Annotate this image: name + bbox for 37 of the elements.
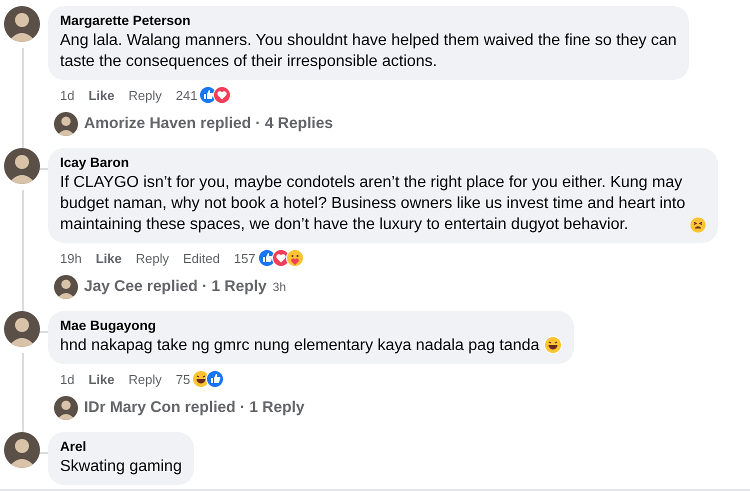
reaction-count[interactable]: 241 xyxy=(176,88,198,102)
replies-link[interactable]: Jay Cee replied · 1 Reply xyxy=(84,278,267,296)
avatar[interactable] xyxy=(54,275,78,299)
edited-label: Edited xyxy=(182,250,220,266)
like-link[interactable]: Like xyxy=(88,88,114,102)
comment-text: Ang lala. Walang manners. You shouldnt have helped them waived the fine so they can taste the consequences of their irresponsible actions. xyxy=(60,31,677,72)
comment-text: If CLAYGO isn’t for you, maybe condotels aren’t the right place for you either. Kung may budget naman, why not book a hotel? Business owners like us invest time and heart into maintaining these spaces, we don’t have the luxury to entertain dugyot behavior. xyxy=(60,173,686,235)
author-name: Mae Bugayong xyxy=(60,318,158,333)
reply-link[interactable]: Reply xyxy=(128,88,162,102)
emoji-icon xyxy=(690,217,706,233)
care-reaction-icon xyxy=(286,249,304,267)
love-reaction-icon xyxy=(213,86,232,104)
like-link[interactable]: Like xyxy=(96,250,122,266)
timestamp[interactable]: 19h xyxy=(60,250,82,266)
emoji-icon xyxy=(544,336,562,354)
timestamp[interactable]: 1d xyxy=(60,372,74,386)
author-name: Arel xyxy=(60,439,88,454)
avatar[interactable] xyxy=(4,311,40,347)
replies-link[interactable]: IDr Mary Con replied · 1 Reply xyxy=(84,399,304,417)
like-link[interactable]: Like xyxy=(88,372,114,386)
avatar[interactable] xyxy=(54,396,78,420)
author-name: Icay Baron xyxy=(60,155,130,170)
author-name: Margarette Peterson xyxy=(60,13,192,28)
avatar[interactable] xyxy=(54,112,78,136)
avatar[interactable] xyxy=(4,6,40,42)
replies-link[interactable]: Amorize Haven replied · 4 Replies xyxy=(84,115,333,133)
reaction-count[interactable]: 157 xyxy=(234,250,256,266)
avatar[interactable] xyxy=(4,148,40,184)
reply-link[interactable]: Reply xyxy=(128,372,162,386)
reaction-count[interactable]: 75 xyxy=(176,372,190,386)
timestamp[interactable]: 1d xyxy=(60,88,74,102)
comment-text: hnd nakapag take ng gmrc nung elementary kaya nadala pag tanda xyxy=(60,336,540,356)
reply-link[interactable]: Reply xyxy=(136,250,169,266)
avatar[interactable] xyxy=(4,432,40,468)
like-reaction-icon xyxy=(206,370,224,388)
comment-text: Skwating gaming xyxy=(60,457,182,477)
reply-time: 3h xyxy=(272,280,286,294)
